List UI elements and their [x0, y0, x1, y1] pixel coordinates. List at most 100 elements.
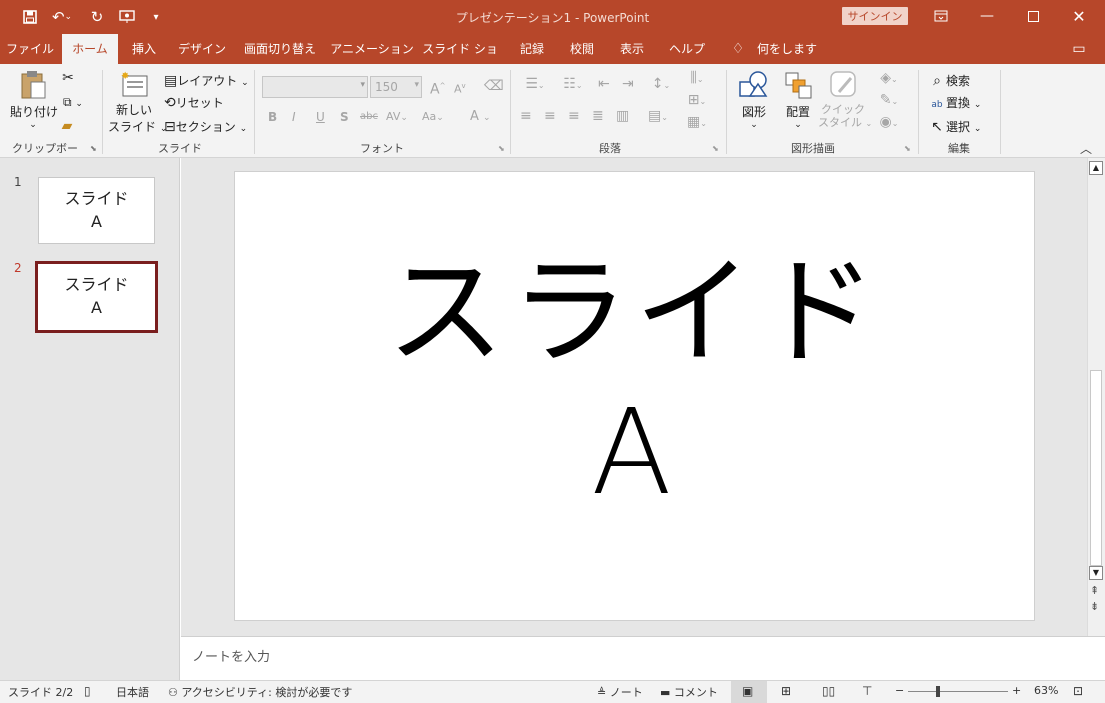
spellcheck-icon[interactable]: ▯: [84, 684, 91, 698]
columns-icon[interactable]: ▤⌄: [646, 108, 670, 126]
tab-slideshow[interactable]: スライド ショー: [420, 34, 500, 86]
normal-view-button[interactable]: ▣: [731, 681, 767, 703]
tab-insert[interactable]: 挿入: [122, 34, 166, 64]
justify-icon[interactable]: ≣: [592, 108, 604, 124]
dialog-launcher-icon[interactable]: ⬊: [904, 144, 911, 153]
slideshow-view-icon[interactable]: ⊤: [862, 684, 872, 698]
clear-format-icon[interactable]: ⌫: [484, 78, 504, 94]
fit-to-window-icon[interactable]: ⊡: [1073, 684, 1083, 698]
layout-button[interactable]: ▤レイアウト ⌄: [164, 72, 249, 89]
align-center-icon[interactable]: ≡: [544, 108, 556, 124]
zoom-in-button[interactable]: +: [1012, 684, 1021, 697]
increase-indent-icon[interactable]: ⇥: [622, 76, 634, 92]
underline-button[interactable]: U: [316, 110, 325, 124]
zoom-level[interactable]: 63%: [1034, 684, 1058, 697]
previous-slide-icon[interactable]: ⇞: [1090, 584, 1099, 597]
tab-review[interactable]: 校閲: [562, 34, 602, 64]
char-spacing-button[interactable]: AV⌄: [386, 110, 408, 123]
quick-styles-label: クイック: [821, 103, 865, 116]
reading-view-icon[interactable]: ▯▯: [822, 684, 835, 698]
italic-button[interactable]: I: [292, 110, 296, 124]
ribbon-display-options-icon[interactable]: [918, 0, 964, 32]
dialog-launcher-icon[interactable]: ⬊: [712, 144, 719, 153]
comments-icon[interactable]: ▭: [1066, 34, 1092, 64]
font-size-combo[interactable]: 150 ▾: [370, 76, 422, 98]
shape-fill-icon[interactable]: ◈⌄: [874, 70, 904, 88]
signin-button[interactable]: サインイン: [842, 7, 908, 25]
language-indicator[interactable]: 日本語: [116, 684, 149, 700]
close-icon[interactable]: ✕: [1056, 0, 1102, 32]
quick-styles-button[interactable]: クイック スタイル ⌄: [818, 70, 872, 130]
notes-pane[interactable]: ノートを入力: [181, 636, 1105, 680]
slide-canvas[interactable]: スライド A: [234, 171, 1035, 621]
strikethrough-button[interactable]: abc: [360, 111, 378, 122]
select-button[interactable]: ↖ 選択 ⌄: [928, 118, 981, 135]
tell-me-search[interactable]: 何をしますか: [752, 34, 822, 86]
tab-help[interactable]: ヘルプ: [664, 34, 710, 64]
tab-home[interactable]: ホーム: [62, 34, 118, 64]
distribute-icon[interactable]: ▥: [616, 108, 629, 124]
numbering-icon[interactable]: ☷⌄: [558, 76, 588, 94]
tab-view[interactable]: 表示: [612, 34, 652, 64]
increase-font-icon[interactable]: A^: [430, 78, 445, 98]
tab-animations[interactable]: アニメーション: [330, 34, 414, 64]
smartart-icon[interactable]: ▦⌄: [684, 114, 710, 132]
copy-icon[interactable]: ⧉ ⌄: [58, 94, 88, 112]
notes-toggle-button[interactable]: ≜ ノート: [597, 684, 643, 700]
minimize-icon[interactable]: —: [964, 0, 1010, 32]
reset-button[interactable]: ⟲リセット: [164, 94, 224, 111]
accessibility-checker[interactable]: ⚇ アクセシビリティ: 検討が必要です: [168, 684, 352, 700]
comments-toggle-button[interactable]: ▬ コメント: [660, 684, 718, 700]
decrease-indent-icon[interactable]: ⇤: [598, 76, 610, 92]
thumbnail-text-line2: A: [91, 212, 102, 231]
zoom-out-button[interactable]: −: [895, 684, 904, 697]
font-group-label: フォント: [360, 142, 404, 155]
font-color-button[interactable]: A ⌄: [470, 109, 491, 124]
collapse-ribbon-icon[interactable]: ︿: [1080, 140, 1092, 157]
align-text-icon[interactable]: ⊞⌄: [684, 92, 710, 110]
replace-button[interactable]: ab 置換 ⌄: [928, 94, 981, 113]
zoom-slider-thumb[interactable]: [936, 686, 940, 697]
decrease-font-icon[interactable]: Av: [454, 78, 466, 98]
line-spacing-icon[interactable]: ↕⌄: [648, 76, 674, 94]
section-button[interactable]: ⊟セクション ⌄: [164, 118, 247, 135]
new-slide-button[interactable]: ✸ 新しい スライド ⌄: [108, 70, 167, 135]
scroll-up-arrow-icon[interactable]: ▲: [1089, 161, 1103, 175]
tab-design[interactable]: デザイン: [172, 34, 232, 64]
slide-counter: スライド 2/2: [8, 686, 74, 699]
shape-effects-icon[interactable]: ◉⌄: [874, 114, 904, 132]
shadow-button[interactable]: S: [340, 110, 349, 124]
find-button[interactable]: ⌕ 検索: [928, 72, 970, 89]
tab-file[interactable]: ファイル: [0, 34, 60, 64]
slide-title-text[interactable]: スライド A: [235, 242, 1034, 522]
next-slide-icon[interactable]: ⇟: [1090, 600, 1099, 613]
zoom-slider[interactable]: [908, 691, 1008, 692]
thumbnail-number: 2: [14, 261, 22, 275]
align-left-icon[interactable]: ≡: [520, 108, 532, 124]
format-painter-icon[interactable]: ▰: [58, 118, 76, 134]
restore-icon[interactable]: [1010, 0, 1056, 32]
paste-button[interactable]: 貼り付け ⌄: [10, 70, 58, 130]
arrange-button[interactable]: 配置 ⌄: [778, 70, 818, 130]
tab-record[interactable]: 記録: [512, 34, 552, 64]
align-right-icon[interactable]: ≡: [568, 108, 580, 124]
dialog-launcher-icon[interactable]: ⬊: [498, 144, 505, 153]
text-direction-icon[interactable]: ⫼⌄: [684, 70, 710, 88]
scroll-down-arrow-icon[interactable]: ▼: [1089, 566, 1103, 580]
vertical-scrollbar[interactable]: ▲ ▼ ⇞ ⇟: [1087, 158, 1105, 636]
slide-thumbnail-1[interactable]: スライド A: [38, 177, 155, 244]
shapes-button[interactable]: 図形 ⌄: [734, 70, 774, 130]
layout-icon: ▤: [164, 73, 178, 89]
bullets-icon[interactable]: ☰⌄: [520, 76, 550, 94]
shape-outline-icon[interactable]: ✎⌄: [874, 92, 904, 110]
scrollbar-thumb[interactable]: [1090, 370, 1102, 566]
dialog-launcher-icon[interactable]: ⬊: [90, 144, 97, 153]
slide-thumbnail-2[interactable]: スライド A: [35, 261, 158, 333]
font-family-combo[interactable]: ▾: [262, 76, 368, 98]
tab-transitions[interactable]: 画面切り替え: [238, 34, 322, 64]
slide-text-line2: A: [591, 383, 678, 521]
slide-sorter-icon[interactable]: ⊞: [781, 684, 791, 698]
cut-icon[interactable]: ✂: [60, 70, 76, 86]
change-case-button[interactable]: Aa⌄: [422, 110, 444, 123]
bold-button[interactable]: B: [268, 110, 277, 124]
